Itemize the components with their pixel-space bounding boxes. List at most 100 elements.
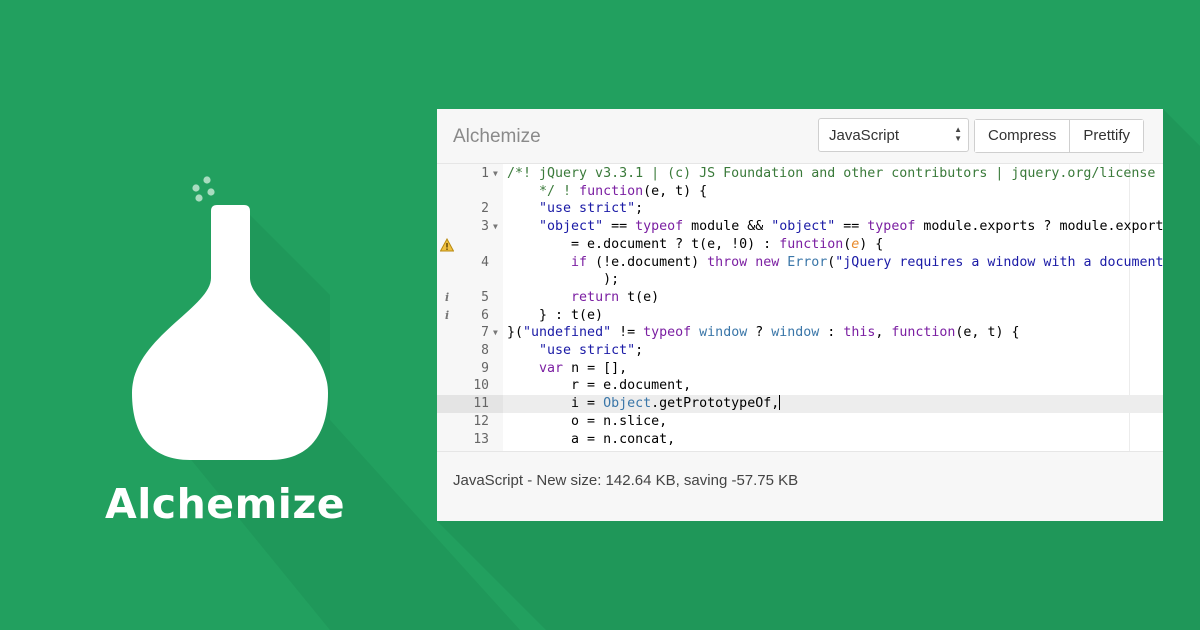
- line-number-cell: [437, 236, 503, 254]
- warning-icon[interactable]: [440, 237, 454, 252]
- code-text: o = n.slice,: [507, 413, 667, 431]
- line-number: 3: [481, 219, 489, 235]
- code-line[interactable]: );: [437, 271, 1163, 289]
- app-window: Alchemize JavaScript ▲ ▼ Compress Prettif…: [437, 109, 1163, 521]
- status-text: JavaScript - New size: 142.64 KB, saving…: [453, 472, 799, 489]
- code-line[interactable]: 9 var n = [],: [437, 360, 1163, 378]
- code-token: o = n.slice,: [507, 413, 668, 429]
- language-select[interactable]: JavaScript ▲ ▼: [818, 118, 969, 152]
- code-token: ,: [875, 325, 892, 341]
- line-number: 13: [473, 431, 489, 447]
- line-number-cell: 6i: [437, 307, 503, 325]
- code-line[interactable]: */ ! function(e, t) {: [437, 183, 1163, 201]
- line-number-cell: 2: [437, 200, 503, 218]
- code-line[interactable]: 1 ▼/*! jQuery v3.3.1 | (c) JS Foundation …: [437, 165, 1163, 183]
- code-token: typeof: [643, 325, 692, 341]
- info-icon[interactable]: i: [445, 289, 449, 307]
- code-line[interactable]: 10 r = e.document,: [437, 377, 1163, 395]
- code-text: var n = [],: [507, 360, 627, 378]
- info-icon[interactable]: i: [445, 307, 449, 325]
- code-token: "use strict": [539, 201, 636, 217]
- code-token: this: [843, 325, 876, 341]
- compress-button[interactable]: Compress: [975, 120, 1070, 152]
- brand-title: Alchemize: [104, 480, 346, 528]
- code-token: (e, t) {: [955, 325, 1020, 341]
- code-token: typeof: [867, 219, 916, 235]
- code-text: i = Object.getPrototypeOf,: [507, 395, 781, 413]
- code-line[interactable]: 8 "use strict";: [437, 342, 1163, 360]
- code-token: Error: [787, 254, 828, 270]
- window-header: Alchemize JavaScript ▲ ▼ Compress Prettif…: [437, 109, 1163, 164]
- line-number-cell: [437, 271, 503, 289]
- code-token: Object: [603, 396, 652, 412]
- code-line[interactable]: 2 "use strict";: [437, 200, 1163, 218]
- fold-arrow-icon[interactable]: ▼: [493, 165, 498, 183]
- code-token: return: [571, 289, 620, 305]
- line-number-cell: 7 ▼: [437, 324, 503, 342]
- code-line[interactable]: 11 i = Object.getPrototypeOf,: [437, 395, 1163, 413]
- line-number: 1: [481, 166, 489, 181]
- line-number-cell: [437, 183, 503, 201]
- code-token: t(e): [619, 289, 660, 305]
- code-token: ;: [635, 201, 644, 217]
- fold-arrow-icon[interactable]: ▼: [493, 324, 498, 342]
- code-line[interactable]: 12 o = n.slice,: [437, 413, 1163, 431]
- line-number-cell: 10: [437, 377, 503, 395]
- code-token: "object": [539, 219, 604, 235]
- code-token: ;: [635, 343, 644, 358]
- code-token: window: [699, 325, 748, 341]
- code-token: function: [579, 183, 644, 199]
- action-button-group: Compress Prettify: [974, 119, 1145, 153]
- code-text: a = n.concat,: [507, 431, 675, 449]
- code-line[interactable]: 3 ▼ "object" == typeof module && "object"…: [437, 218, 1163, 236]
- code-token: "use strict": [539, 343, 636, 358]
- code-token: var: [539, 360, 564, 376]
- line-number-cell: 5i: [437, 289, 503, 307]
- code-text: = e.document ? t(e, !0) : function(e) {: [507, 236, 883, 254]
- code-token: "undefined": [523, 325, 612, 341]
- code-line[interactable]: = e.document ? t(e, !0) : function(e) {: [437, 236, 1163, 254]
- code-token: (!e.document): [587, 254, 708, 270]
- code-text: }("undefined" != typeof window ? window …: [507, 324, 1019, 342]
- line-number: 8: [481, 343, 489, 358]
- fold-arrow-icon[interactable]: ▼: [493, 218, 498, 236]
- code-token: n = [],: [563, 360, 628, 376]
- code-token: window: [771, 325, 820, 341]
- code-token: "jQuery requires a window with a documen…: [835, 254, 1163, 270]
- line-number-cell: 8: [437, 342, 503, 360]
- text-cursor: [779, 395, 781, 411]
- code-token: typeof: [635, 219, 684, 235]
- line-number: 5: [481, 289, 489, 305]
- code-line[interactable]: 4 if (!e.document) throw new Error("jQue…: [437, 254, 1163, 272]
- prettify-button[interactable]: Prettify: [1069, 120, 1144, 152]
- line-number-cell: 12: [437, 413, 503, 431]
- line-number-cell: 4: [437, 254, 503, 272]
- code-editor[interactable]: 1 ▼/*! jQuery v3.3.1 | (c) JS Foundation …: [437, 164, 1163, 451]
- select-arrows-icon: ▲ ▼: [954, 125, 962, 143]
- line-number: 9: [481, 360, 489, 376]
- code-line[interactable]: 7 ▼}("undefined" != typeof window ? windo…: [437, 324, 1163, 342]
- line-number: 11: [473, 396, 489, 412]
- code-text: );: [507, 271, 619, 289]
- code-line[interactable]: 13 a = n.concat,: [437, 431, 1163, 449]
- code-text: } : t(e): [507, 307, 603, 325]
- window-footer: JavaScript - New size: 142.64 KB, saving…: [437, 451, 1163, 521]
- code-text: r = e.document,: [507, 377, 691, 395]
- code-token: );: [507, 272, 620, 288]
- code-token: (e, t) {: [643, 183, 708, 199]
- code-line[interactable]: 6i } : t(e): [437, 307, 1163, 325]
- line-number: 12: [473, 413, 489, 429]
- code-line[interactable]: 5i return t(e): [437, 289, 1163, 307]
- line-number-cell: 3 ▼: [437, 218, 503, 236]
- code-text: if (!e.document) throw new Error("jQuery…: [507, 254, 1163, 272]
- code-token: ) {: [859, 236, 884, 252]
- code-token: if: [571, 254, 588, 270]
- code-token: function: [779, 236, 844, 252]
